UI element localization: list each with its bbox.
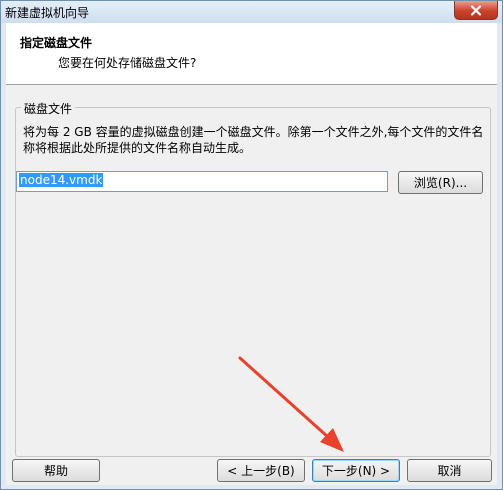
wizard-window: 新建虚拟机向导 指定磁盘文件 您要在何处存储磁盘文件? 磁盘文件 将为每 2 G… xyxy=(0,0,503,490)
window-title: 新建虚拟机向导 xyxy=(5,6,90,20)
browse-button[interactable]: 浏览(R)... xyxy=(398,171,483,194)
disk-file-input[interactable]: node14.vmdk xyxy=(16,171,388,192)
page-title: 指定磁盘文件 xyxy=(20,36,93,50)
disk-file-value: node14.vmdk xyxy=(19,173,104,187)
cancel-button[interactable]: 取消 xyxy=(407,459,492,482)
title-bar[interactable]: 新建虚拟机向导 xyxy=(1,1,502,23)
next-button[interactable]: 下一步(N) > xyxy=(312,459,400,482)
wizard-client-area: 指定磁盘文件 您要在何处存储磁盘文件? 磁盘文件 将为每 2 GB 容量的虚拟磁… xyxy=(6,23,497,485)
disk-file-group: 磁盘文件 将为每 2 GB 容量的虚拟磁盘创建一个磁盘文件。除第一个文件之外,每… xyxy=(15,100,491,457)
help-button[interactable]: 帮助 xyxy=(12,459,100,482)
close-icon xyxy=(470,4,482,16)
close-button[interactable] xyxy=(454,1,498,20)
group-description: 将为每 2 GB 容量的虚拟磁盘创建一个磁盘文件。除第一个文件之外,每个文件的文… xyxy=(23,125,484,155)
back-button[interactable]: < 上一步(B) xyxy=(217,459,305,482)
group-legend: 磁盘文件 xyxy=(21,100,76,117)
wizard-header: 指定磁盘文件 您要在何处存储磁盘文件? xyxy=(6,23,497,85)
page-subtitle: 您要在何处存储磁盘文件? xyxy=(58,56,197,70)
